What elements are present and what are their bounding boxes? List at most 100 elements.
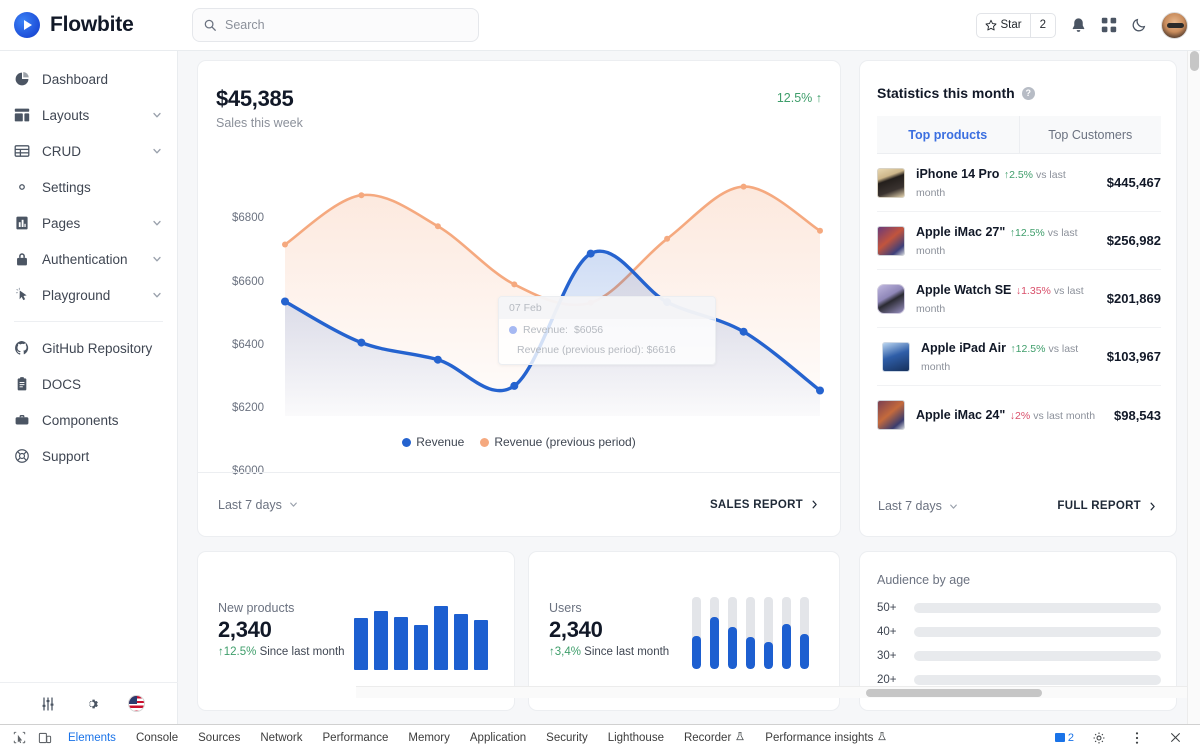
gear-icon[interactable] xyxy=(84,696,100,712)
chart-data-point[interactable] xyxy=(817,228,823,234)
statistics-title: Statistics this month xyxy=(877,85,1015,101)
devtools-tab-security[interactable]: Security xyxy=(536,732,598,744)
issues-icon xyxy=(1055,733,1065,742)
product-info: Apple Watch SE ↓1.35%vs last month xyxy=(916,281,1096,317)
chevron-down-icon xyxy=(948,501,959,512)
sidebar-item-playground[interactable]: Playground xyxy=(0,277,177,313)
devtools-tab-performance-insights[interactable]: Performance insights xyxy=(755,731,897,745)
full-report-link[interactable]: FULL REPORT xyxy=(1057,500,1158,512)
dark-mode-moon-icon[interactable] xyxy=(1131,17,1147,33)
question-mark-icon[interactable]: ? xyxy=(1022,87,1035,100)
chart-data-point[interactable] xyxy=(357,339,365,347)
list-item[interactable]: Apple iMac 27" ↑12.5%vs last month $256,… xyxy=(877,212,1161,270)
sidebar-item-authentication[interactable]: Authentication xyxy=(0,241,177,277)
adjustments-icon[interactable] xyxy=(40,696,56,712)
legend-item-revenue[interactable]: Revenue xyxy=(402,435,464,449)
devtools-tab-application[interactable]: Application xyxy=(460,732,536,744)
close-icon[interactable] xyxy=(1162,731,1188,744)
sales-amount: $45,385 xyxy=(216,86,293,112)
devtools-tab-recorder[interactable]: Recorder xyxy=(674,731,755,745)
github-star-button[interactable]: Star 2 xyxy=(976,13,1057,38)
issues-badge[interactable]: 2 xyxy=(1055,732,1074,744)
devtools-tab-lighthouse[interactable]: Lighthouse xyxy=(598,732,674,744)
legend-label: Revenue xyxy=(416,435,464,449)
sales-report-label: SALES REPORT xyxy=(710,499,803,511)
apps-grid-icon[interactable] xyxy=(1101,17,1117,33)
product-image-apple-watch-se xyxy=(877,284,905,314)
audience-progress-bar xyxy=(914,651,1161,661)
devtools-tab-network[interactable]: Network xyxy=(250,732,312,744)
kebab-menu-icon[interactable] xyxy=(1124,731,1150,745)
list-item[interactable]: Apple iMac 24" ↓2%vs last month $98,543 xyxy=(877,386,1161,444)
settings-gear-icon[interactable] xyxy=(1086,731,1112,745)
sidebar-item-github-repository[interactable]: GitHub Repository xyxy=(0,330,177,366)
chart-data-point[interactable] xyxy=(587,250,595,258)
sidebar-item-label: Components xyxy=(42,413,163,428)
devtools-tab-label: Network xyxy=(260,732,302,744)
chart-data-point[interactable] xyxy=(358,192,364,198)
list-item[interactable]: Apple Watch SE ↓1.35%vs last month $201,… xyxy=(877,270,1161,328)
tab-top-customers[interactable]: Top Customers xyxy=(1020,116,1162,153)
chevron-down-icon[interactable] xyxy=(151,145,163,157)
vertical-scrollbar-thumb[interactable] xyxy=(1190,51,1199,71)
chart-data-point[interactable] xyxy=(511,281,517,287)
list-item[interactable]: iPhone 14 Pro ↑2.5%vs last month $445,46… xyxy=(877,154,1161,212)
horizontal-scrollbar[interactable] xyxy=(356,686,1190,698)
chart-data-point[interactable] xyxy=(434,356,442,364)
product-delta-value: 12.5% xyxy=(1016,343,1046,355)
chevron-down-icon[interactable] xyxy=(151,289,163,301)
sidebar-item-support[interactable]: Support xyxy=(0,438,177,474)
sidebar-item-crud[interactable]: CRUD xyxy=(0,133,177,169)
devtools-tab-label: Memory xyxy=(408,732,450,744)
chart-data-point[interactable] xyxy=(664,236,670,242)
list-item[interactable]: Apple iPad Air ↑12.5%vs last month $103,… xyxy=(877,328,1161,386)
sidebar-item-settings[interactable]: Settings xyxy=(0,169,177,205)
chart-data-point[interactable] xyxy=(740,328,748,336)
search-input[interactable]: Search xyxy=(192,8,479,42)
inspect-icon[interactable] xyxy=(6,731,32,744)
devtools-tab-label: Application xyxy=(470,732,526,744)
bar xyxy=(374,611,388,670)
sidebar-item-pages[interactable]: Pages xyxy=(0,205,177,241)
sidebar-item-label: GitHub Repository xyxy=(42,341,163,356)
devtools-tab-performance[interactable]: Performance xyxy=(313,732,399,744)
avatar[interactable] xyxy=(1161,12,1188,39)
bell-icon[interactable] xyxy=(1070,17,1087,34)
chevron-down-icon[interactable] xyxy=(151,217,163,229)
tab-top-products[interactable]: Top products xyxy=(877,116,1020,153)
sales-range-dropdown[interactable]: Last 7 days xyxy=(218,498,299,512)
chart-data-point[interactable] xyxy=(281,298,289,306)
chart-data-point[interactable] xyxy=(663,298,671,306)
sidebar-item-docs[interactable]: DOCS xyxy=(0,366,177,402)
devtools-tab-label: Performance xyxy=(323,732,389,744)
chart-data-point[interactable] xyxy=(435,223,441,229)
chart-data-point[interactable] xyxy=(510,382,518,390)
sidebar-item-components[interactable]: Components xyxy=(0,402,177,438)
product-image-apple-ipad-air xyxy=(882,342,910,372)
chart-data-point[interactable] xyxy=(282,242,288,248)
chevron-down-icon[interactable] xyxy=(151,253,163,265)
devtools-tab-label: Lighthouse xyxy=(608,732,664,744)
devtools-tab-label: Console xyxy=(136,732,178,744)
vertical-scrollbar[interactable] xyxy=(1187,51,1200,724)
devtools-tab-sources[interactable]: Sources xyxy=(188,732,250,744)
chevron-down-icon[interactable] xyxy=(151,109,163,121)
sidebar-item-label: Layouts xyxy=(42,108,139,123)
brand-logo-group[interactable]: Flowbite xyxy=(0,12,178,38)
sidebar-item-layouts[interactable]: Layouts xyxy=(0,97,177,133)
users-delta: ↑3,4% Since last month xyxy=(549,646,669,658)
device-toolbar-icon[interactable] xyxy=(32,731,58,745)
sidebar-item-label: Playground xyxy=(42,288,139,303)
chart-data-point[interactable] xyxy=(816,387,824,395)
devtools-tab-console[interactable]: Console xyxy=(126,732,188,744)
legend-item-revenue-previous-period[interactable]: Revenue (previous period) xyxy=(480,435,635,449)
sidebar-item-dashboard[interactable]: Dashboard xyxy=(0,61,177,97)
devtools-tab-memory[interactable]: Memory xyxy=(398,732,460,744)
sales-report-link[interactable]: SALES REPORT xyxy=(710,499,820,511)
devtools-tab-elements[interactable]: Elements xyxy=(58,732,126,744)
horizontal-scrollbar-thumb[interactable] xyxy=(866,689,1042,697)
chart-data-point[interactable] xyxy=(741,184,747,190)
us-flag-icon[interactable] xyxy=(128,695,145,712)
gear-icon xyxy=(14,179,30,195)
statistics-range-dropdown[interactable]: Last 7 days xyxy=(878,499,959,513)
